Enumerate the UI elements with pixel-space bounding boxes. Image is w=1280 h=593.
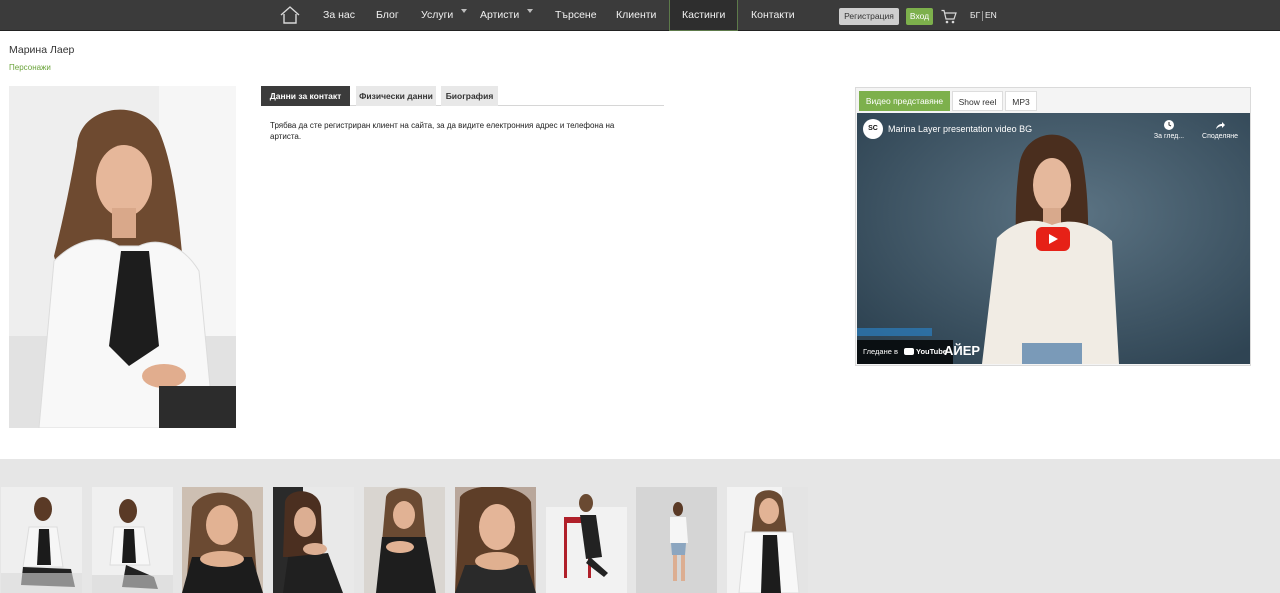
gallery-thumbnail-image xyxy=(546,487,627,593)
nav-item-artists[interactable]: Артисти xyxy=(480,0,534,31)
tab-video-presentation[interactable]: Видео представяне xyxy=(859,91,950,111)
artist-photo-image xyxy=(9,86,236,428)
register-button[interactable]: Регистрация xyxy=(839,8,899,25)
tab-biography[interactable]: Биография xyxy=(441,86,498,106)
shopping-cart-icon[interactable] xyxy=(941,9,957,24)
gallery-thumbnail-image xyxy=(92,487,173,593)
video-overlay-text: АЙЕР xyxy=(944,343,981,358)
gallery-thumbnail[interactable] xyxy=(182,487,263,593)
media-panel: Видео представяне Show reel MP3 SC Marin… xyxy=(855,87,1251,366)
gallery-thumbnail[interactable] xyxy=(455,487,536,593)
play-button-icon[interactable] xyxy=(1036,227,1070,251)
tab-physical-data[interactable]: Физически данни xyxy=(356,86,436,106)
contact-details-message: Трябва да сте регистриран клиент на сайт… xyxy=(270,121,615,141)
gallery-thumbnail-image xyxy=(364,487,445,593)
video-title[interactable]: Marina Layer presentation video BG xyxy=(888,124,1032,134)
clock-icon xyxy=(1164,120,1174,130)
nav-item-clients[interactable]: Клиенти xyxy=(616,0,656,31)
youtube-logo-icon: YouTube xyxy=(904,340,947,364)
artist-main-photo[interactable] xyxy=(9,86,236,428)
nav-item-about[interactable]: За нас xyxy=(323,0,355,31)
watch-later-button[interactable]: За глед... xyxy=(1149,119,1189,140)
share-button[interactable]: Споделяне xyxy=(1200,119,1240,140)
gallery-thumbnail[interactable] xyxy=(273,487,354,593)
page-title: Марина Лаер xyxy=(9,44,75,56)
gallery-thumbnail-image xyxy=(273,487,354,593)
language-en-link[interactable]: EN xyxy=(985,0,997,31)
nav-item-blog[interactable]: Блог xyxy=(376,0,399,31)
channel-logo[interactable]: SC xyxy=(863,119,883,139)
breadcrumb-link[interactable]: Персонажи xyxy=(9,63,51,72)
gallery-thumbnail-image xyxy=(727,487,808,593)
home-icon[interactable] xyxy=(279,5,301,25)
gallery-thumbnail[interactable] xyxy=(1,487,82,593)
language-bg-link[interactable]: БГ xyxy=(970,0,980,31)
nav-item-services[interactable]: Услуги xyxy=(421,0,468,31)
gallery-thumbnail[interactable] xyxy=(727,487,808,593)
photo-gallery xyxy=(0,459,1280,593)
tab-contact-details[interactable]: Данни за контакт xyxy=(261,86,350,106)
gallery-thumbnail-image xyxy=(636,487,717,593)
gallery-thumbnail-image xyxy=(455,487,536,593)
gallery-thumbnail[interactable] xyxy=(92,487,173,593)
gallery-thumbnail[interactable] xyxy=(636,487,717,593)
tab-mp3[interactable]: MP3 xyxy=(1005,91,1037,111)
nav-item-search[interactable]: Търсене xyxy=(555,0,597,31)
gallery-thumbnail-image xyxy=(1,487,82,593)
gallery-thumbnail[interactable] xyxy=(364,487,445,593)
login-button[interactable]: Вход xyxy=(906,8,933,25)
gallery-thumbnail-image xyxy=(182,487,263,593)
chevron-down-icon xyxy=(461,9,468,13)
language-separator xyxy=(982,11,983,21)
share-icon xyxy=(1216,122,1225,129)
watch-on-youtube-button[interactable]: Гледане в YouTube xyxy=(857,340,953,364)
chevron-down-icon xyxy=(527,9,534,13)
nav-item-castings[interactable]: Кастинги xyxy=(682,0,725,31)
artist-info-tabs: Данни за контакт Физически данни Биограф… xyxy=(261,86,664,106)
youtube-video-player[interactable]: SC Marina Layer presentation video BG За… xyxy=(857,113,1250,364)
top-navigation-bar: За нас Блог Услуги Артисти Търсене Клиен… xyxy=(0,0,1280,31)
gallery-thumbnail[interactable] xyxy=(546,487,627,593)
nav-item-contacts[interactable]: Контакти xyxy=(751,0,795,31)
tab-show-reel[interactable]: Show reel xyxy=(952,91,1003,111)
